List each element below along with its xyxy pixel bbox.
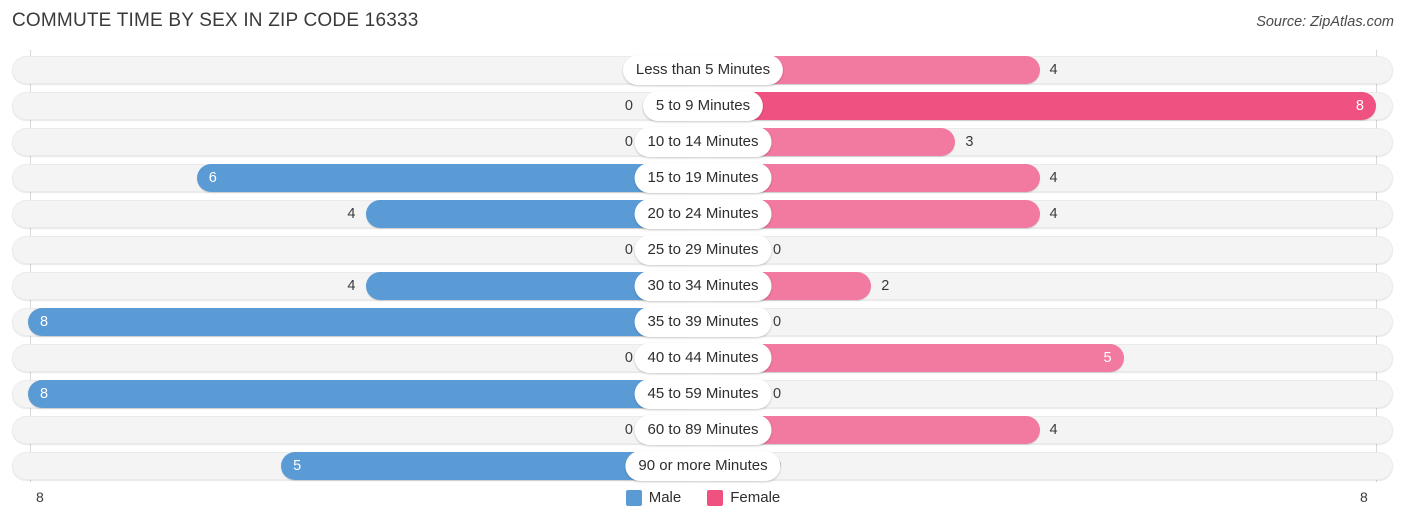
male-value-label: 4 [347,206,356,222]
page-title: COMMUTE TIME BY SEX IN ZIP CODE 16333 [12,10,419,31]
commute-time-chart: COMMUTE TIME BY SEX IN ZIP CODE 16333 So… [0,0,1406,523]
chart-row: 0 0 25 to 29 Minutes [0,232,1406,268]
chart-row: 4 4 20 to 24 Minutes [0,196,1406,232]
category-label: 30 to 34 Minutes [634,271,772,301]
category-label: 10 to 14 Minutes [634,127,772,157]
male-value-label: 0 [624,134,633,150]
male-value-label: 8 [40,386,49,402]
female-color-swatch-icon [707,489,724,506]
female-value-label: 3 [965,134,974,150]
legend-item-male[interactable]: Male [625,489,682,506]
category-label: 60 to 89 Minutes [634,415,772,445]
category-label: 20 to 24 Minutes [634,199,772,229]
category-label: 15 to 19 Minutes [634,163,772,193]
chart-legend: Male Female [0,489,1406,506]
male-value-label: 0 [624,422,633,438]
chart-plot-area: 0 4 Less than 5 Minutes 0 8 5 to 9 Minutes 0 3 1… [0,50,1406,482]
chart-row: 8 0 45 to 59 Minutes [0,376,1406,412]
female-value-label: 0 [773,386,782,402]
female-value-label: 8 [1355,98,1364,114]
male-bar[interactable] [28,308,703,336]
male-value-label: 0 [624,242,633,258]
chart-row: 0 8 5 to 9 Minutes [0,88,1406,124]
female-value-label: 4 [1049,62,1058,78]
female-value-label: 0 [773,242,782,258]
chart-row: 5090 or more Minutes [0,448,1406,484]
category-label: 35 to 39 Minutes [634,307,772,337]
category-label: 5 to 9 Minutes [642,91,764,121]
female-value-label: 4 [1049,206,1058,222]
male-bar[interactable] [28,380,703,408]
male-value-label: 0 [624,350,633,366]
female-value-label: 0 [773,314,782,330]
legend-label-male: Male [648,489,682,506]
source-attribution: Source: ZipAtlas.com [1256,14,1394,30]
female-value-label: 5 [1103,350,1112,366]
male-color-swatch-icon [625,489,642,506]
category-label: 90 or more Minutes [625,451,781,481]
chart-row: 4 2 30 to 34 Minutes [0,268,1406,304]
male-value-label: 0 [624,98,633,114]
female-value-label: 4 [1049,422,1058,438]
male-value-label: 6 [208,170,217,186]
chart-row: 0 4 60 to 89 Minutes [0,412,1406,448]
female-value-label: 2 [881,278,890,294]
category-label: 40 to 44 Minutes [634,343,772,373]
chart-footer: 8 8 Male Female [0,486,1406,523]
chart-row: 0 5 40 to 44 Minutes [0,340,1406,376]
male-value-label: 8 [40,314,49,330]
male-bar[interactable] [196,164,703,192]
category-label: Less than 5 Minutes [622,55,784,85]
category-label: 45 to 59 Minutes [634,379,772,409]
legend-label-female: Female [730,489,781,506]
chart-row: 04Less than 5 Minutes [0,52,1406,88]
female-bar[interactable] [703,92,1376,120]
male-value-label: 5 [293,458,302,474]
male-value-label: 4 [347,278,356,294]
legend-item-female[interactable]: Female [707,489,780,506]
category-label: 25 to 29 Minutes [634,235,772,265]
chart-row: 0 3 10 to 14 Minutes [0,124,1406,160]
female-value-label: 4 [1049,170,1058,186]
chart-row: 6 4 15 to 19 Minutes [0,160,1406,196]
chart-row: 8 0 35 to 39 Minutes [0,304,1406,340]
